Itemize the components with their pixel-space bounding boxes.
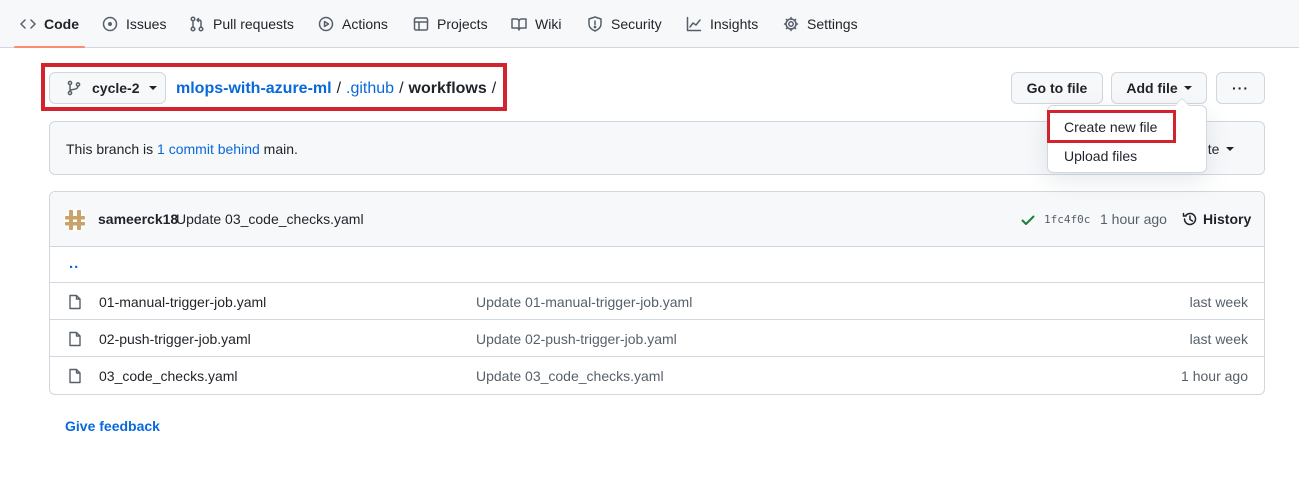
tab-label: Projects bbox=[437, 16, 488, 32]
parent-directory-row: .. bbox=[50, 247, 1264, 283]
commits-behind-link[interactable]: 1 commit behind bbox=[157, 141, 260, 157]
shield-icon bbox=[588, 16, 602, 32]
table-row: 03_code_checks.yaml Update 03_code_check… bbox=[50, 357, 1264, 394]
file-name-link[interactable]: 01-manual-trigger-job.yaml bbox=[99, 294, 266, 310]
history-icon bbox=[1182, 212, 1197, 226]
tab-label: Settings bbox=[807, 16, 858, 32]
table-icon bbox=[413, 17, 429, 31]
tab-label: Code bbox=[44, 16, 79, 32]
add-file-dropdown-menu: Create new file Upload files bbox=[1047, 98, 1207, 173]
go-to-file-label: Go to file bbox=[1026, 80, 1088, 96]
code-icon bbox=[20, 19, 36, 29]
play-circle-icon bbox=[318, 16, 334, 32]
give-feedback-link[interactable]: Give feedback bbox=[65, 418, 160, 434]
add-file-button[interactable]: Add file bbox=[1111, 72, 1207, 104]
breadcrumb-separator: / bbox=[491, 80, 497, 97]
more-options-button[interactable]: ··· bbox=[1216, 72, 1265, 104]
branch-status-text: This branch is 1 commit behind main. bbox=[66, 141, 298, 157]
pull-request-icon bbox=[190, 16, 204, 32]
file-name-link[interactable]: 03_code_checks.yaml bbox=[99, 368, 238, 384]
kebab-icon: ··· bbox=[1232, 80, 1249, 96]
file-age: last week bbox=[1189, 294, 1248, 310]
commit-sha-link[interactable]: 1fc4f0c bbox=[1044, 213, 1090, 226]
tab-label: Insights bbox=[710, 16, 759, 32]
file-age: last week bbox=[1189, 331, 1248, 347]
breadcrumb-separator: / bbox=[336, 80, 342, 97]
tab-label: Pull requests bbox=[213, 16, 294, 32]
table-row: 01-manual-trigger-job.yaml Update 01-man… bbox=[50, 283, 1264, 320]
history-label: History bbox=[1203, 211, 1252, 227]
tab-code[interactable]: Code bbox=[14, 0, 85, 48]
check-icon[interactable] bbox=[1020, 212, 1036, 228]
tab-security[interactable]: Security bbox=[587, 0, 662, 48]
breadcrumb-folder-link[interactable]: .github bbox=[346, 80, 394, 98]
tab-wiki[interactable]: Wiki bbox=[511, 0, 561, 48]
tab-label: Wiki bbox=[535, 16, 562, 32]
commit-time: 1 hour ago bbox=[1100, 211, 1167, 227]
tab-pull-requests[interactable]: Pull requests bbox=[189, 0, 294, 48]
git-branch-icon bbox=[67, 80, 81, 96]
file-name-link[interactable]: 02-push-trigger-job.yaml bbox=[99, 331, 251, 347]
chevron-down-icon bbox=[149, 86, 158, 90]
tab-insights[interactable]: Insights bbox=[686, 0, 758, 48]
file-age: 1 hour ago bbox=[1181, 368, 1248, 384]
breadcrumb-separator: / bbox=[399, 80, 404, 97]
file-icon bbox=[69, 368, 81, 384]
file-commit-message-link[interactable]: Update 01-manual-trigger-job.yaml bbox=[476, 294, 692, 310]
branch-name: cycle-2 bbox=[92, 80, 140, 96]
breadcrumb-repo-link[interactable]: mlops-with-azure-ml bbox=[176, 80, 332, 98]
avatar[interactable] bbox=[64, 209, 86, 231]
branch-selector-button[interactable]: cycle-2 bbox=[49, 72, 166, 104]
tab-label: Actions bbox=[342, 16, 388, 32]
issue-circle-icon bbox=[102, 16, 118, 32]
latest-commit-row: sameerck18 Update 03_code_checks.yaml 1f… bbox=[50, 192, 1264, 247]
add-file-label: Add file bbox=[1126, 80, 1178, 96]
file-list: sameerck18 Update 03_code_checks.yaml 1f… bbox=[49, 191, 1265, 395]
file-commit-message-link[interactable]: Update 02-push-trigger-job.yaml bbox=[476, 331, 677, 347]
file-icon bbox=[69, 331, 81, 347]
tab-projects[interactable]: Projects bbox=[413, 0, 488, 48]
breadcrumb: mlops-with-azure-ml / .github / workflow… bbox=[176, 78, 501, 100]
branch-status-suffix: main. bbox=[263, 141, 298, 157]
tab-settings[interactable]: Settings bbox=[783, 0, 858, 48]
branch-status-prefix: This branch is bbox=[66, 141, 154, 157]
file-commit-message-link[interactable]: Update 03_code_checks.yaml bbox=[476, 368, 664, 384]
history-button[interactable]: History bbox=[1182, 211, 1251, 227]
graph-icon bbox=[686, 16, 702, 32]
tab-label: Issues bbox=[126, 16, 167, 32]
tab-label: Security bbox=[611, 16, 662, 32]
chevron-down-icon bbox=[1226, 147, 1235, 151]
table-row: 02-push-trigger-job.yaml Update 02-push-… bbox=[50, 320, 1264, 357]
tab-issues[interactable]: Issues bbox=[102, 0, 166, 48]
menu-item-create-new-file[interactable]: Create new file bbox=[1064, 119, 1157, 135]
commit-message-link[interactable]: Update 03_code_checks.yaml bbox=[176, 211, 364, 227]
breadcrumb-current: workflows bbox=[408, 80, 487, 97]
gear-icon bbox=[783, 16, 799, 32]
repo-nav: Code Issues Pull requests Actions Projec… bbox=[0, 0, 1299, 48]
tab-actions[interactable]: Actions bbox=[318, 0, 388, 48]
menu-item-upload-files[interactable]: Upload files bbox=[1064, 148, 1137, 164]
commit-author-link[interactable]: sameerck18 bbox=[98, 211, 178, 227]
parent-directory-link[interactable]: .. bbox=[69, 255, 79, 272]
book-icon bbox=[511, 18, 527, 31]
chevron-down-icon bbox=[1183, 86, 1192, 90]
file-icon bbox=[69, 294, 81, 310]
go-to-file-button[interactable]: Go to file bbox=[1011, 72, 1103, 104]
